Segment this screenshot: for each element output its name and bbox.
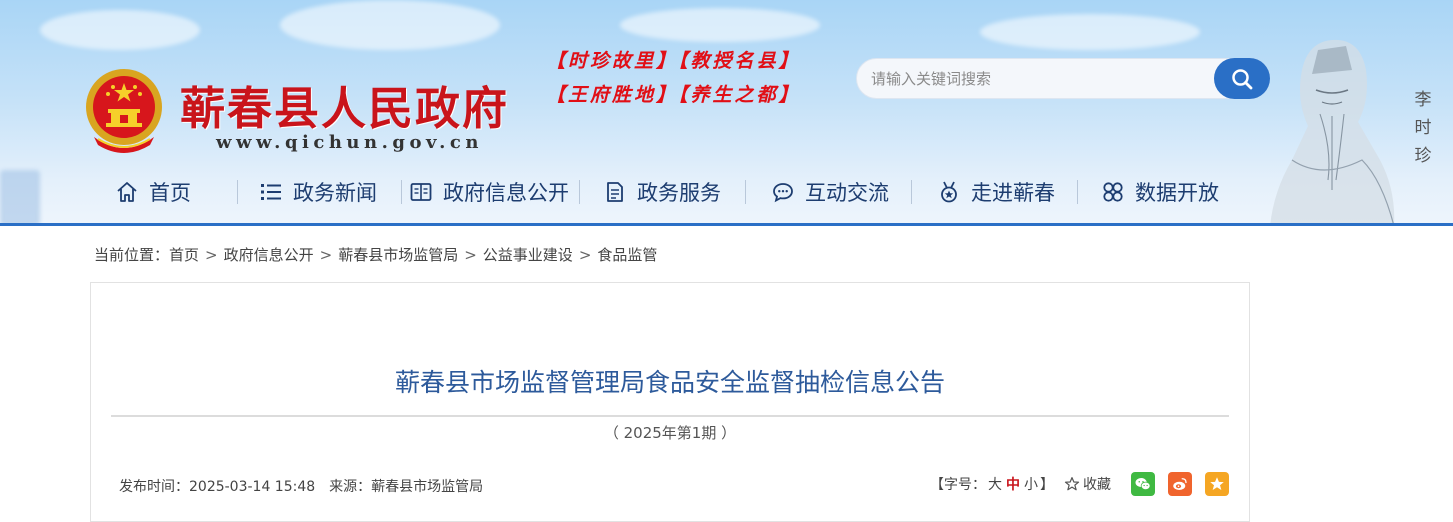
favorite-label: 收藏 [1083, 477, 1111, 493]
font-size-medium[interactable]: 中 [1006, 477, 1020, 493]
nav-item-home[interactable]: 首页 [96, 170, 237, 214]
site-title: 蕲春县人民政府 [180, 82, 510, 135]
font-size-large[interactable]: 大 [988, 477, 1002, 493]
nav-item-services[interactable]: 政务服务 [580, 170, 745, 214]
home-icon [114, 179, 140, 205]
breadcrumb-separator: > [205, 245, 218, 264]
font-size-label: 【字号： [930, 477, 986, 493]
article-tools: 【字号：大中小】 收藏 [930, 471, 1229, 497]
article-title: 蕲春县市场监督管理局食品安全监督抽检信息公告 [394, 368, 945, 397]
cloud-decoration [40, 10, 200, 50]
cloud-decoration [980, 14, 1200, 50]
main-nav: 首页 政务新闻 政府信息公开 政务服务 互动交流 走进蕲春 数据开放 [96, 170, 1219, 214]
publish-time: 发布时间：2025-03-14 15:48 [119, 479, 316, 495]
nav-item-interaction[interactable]: 互动交流 [746, 170, 911, 214]
title-divider [111, 415, 1229, 417]
list-icon [258, 179, 284, 205]
document-icon [602, 179, 628, 205]
breadcrumb-separator: > [319, 245, 333, 264]
portrait-name: 李 时 珍 [1412, 86, 1434, 170]
nav-label: 政务服务 [637, 181, 721, 205]
nav-label: 首页 [149, 181, 191, 205]
chat-icon [770, 179, 796, 205]
breadcrumb-prefix: 当前位置： [94, 246, 170, 264]
font-size-small[interactable]: 小 [1024, 477, 1038, 493]
star-outline-icon [1064, 477, 1080, 491]
slogan-line-1: 【时珍故里】【教授名县】 [546, 50, 801, 72]
data-icon [1100, 179, 1126, 205]
nav-item-news[interactable]: 政务新闻 [238, 170, 401, 214]
site-header: 蕲春县人民政府 www.qichun.gov.cn 【时珍故里】【教授名县】 【… [0, 0, 1453, 226]
qzone-star-icon [1210, 477, 1224, 490]
weibo-icon [1173, 478, 1187, 490]
breadcrumb-link-gov-info[interactable]: 政府信息公开 [224, 244, 314, 265]
nav-item-open-data[interactable]: 数据开放 [1078, 170, 1219, 214]
nav-label: 互动交流 [805, 181, 889, 205]
cloud-decoration [280, 0, 500, 50]
portrait-name-char: 李 [1414, 90, 1432, 110]
search-input[interactable] [871, 69, 1211, 89]
site-url: www.qichun.gov.cn [216, 132, 483, 153]
search-icon [1232, 68, 1253, 89]
article-panel: 蕲春县市场监督管理局食品安全监督抽检信息公告 （ 2025年第1期 ） 发布时间… [90, 282, 1250, 522]
article-meta: 发布时间：2025-03-14 15:48 来源：蕲春县市场监管局 [119, 476, 483, 496]
font-size-bracket: 】 [1040, 477, 1054, 493]
article-subtitle: （ 2025年第1期 ） [603, 424, 737, 442]
nav-label: 政府信息公开 [443, 181, 569, 205]
breadcrumb: 当前位置： 首页 > 政府信息公开 > 蕲春县市场监管局 > 公益事业建设 > … [94, 244, 657, 265]
nav-item-about[interactable]: 走进蕲春 [912, 170, 1077, 214]
portrait-name-char: 珍 [1414, 146, 1432, 166]
share-weibo-button[interactable] [1168, 472, 1192, 496]
national-emblem-icon [86, 69, 162, 153]
breadcrumb-link-public-welfare[interactable]: 公益事业建设 [483, 244, 573, 265]
article-source: 来源：蕲春县市场监管局 [329, 479, 484, 495]
breadcrumb-link-food-supervision[interactable]: 食品监管 [597, 244, 657, 265]
share-wechat-button[interactable] [1131, 472, 1155, 496]
breadcrumb-link-home[interactable]: 首页 [169, 244, 199, 265]
portrait-name-char: 时 [1414, 118, 1432, 138]
slogan-line-2: 【王府胜地】【养生之都】 [546, 84, 801, 106]
font-size-switcher: 【字号：大中小】 [930, 474, 1054, 494]
medal-icon [936, 179, 962, 205]
portrait-illustration [1270, 39, 1395, 226]
nav-label: 数据开放 [1135, 181, 1219, 205]
share-qzone-button[interactable] [1205, 472, 1229, 496]
search-box [856, 58, 1270, 99]
nav-item-gov-info[interactable]: 政府信息公开 [402, 170, 579, 214]
favorite-button[interactable]: 收藏 [1064, 474, 1111, 494]
breadcrumb-separator: > [464, 245, 477, 264]
cloud-decoration [620, 8, 820, 42]
breadcrumb-link-market-bureau[interactable]: 蕲春县市场监管局 [338, 244, 458, 265]
nav-label: 政务新闻 [293, 181, 377, 205]
building-decoration [0, 170, 40, 226]
nav-label: 走进蕲春 [971, 181, 1055, 205]
wechat-icon [1135, 478, 1151, 490]
book-icon [408, 179, 434, 205]
breadcrumb-separator: > [578, 245, 592, 264]
